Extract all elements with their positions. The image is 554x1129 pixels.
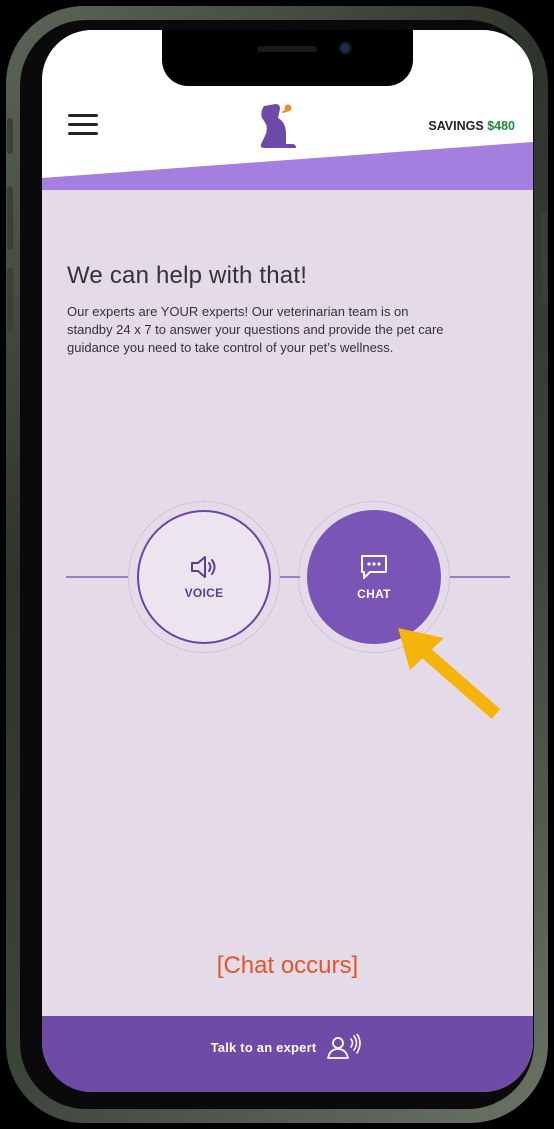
- connector-line-left: [66, 576, 128, 578]
- app-screen: SAVINGS $480 We can help with that! Our …: [42, 30, 533, 1092]
- dog-logo-icon[interactable]: [256, 100, 302, 152]
- earpiece-speaker: [257, 46, 317, 52]
- volume-up-button: [7, 186, 13, 250]
- mute-switch: [7, 118, 13, 154]
- arrow-pointer-icon: [398, 628, 501, 719]
- connector-line-right: [450, 576, 510, 578]
- page-title: We can help with that!: [67, 262, 308, 289]
- menu-icon[interactable]: [68, 114, 98, 136]
- savings-indicator: SAVINGS $480: [428, 119, 515, 133]
- page-description: Our experts are YOUR experts! Our veteri…: [67, 304, 444, 355]
- savings-label: SAVINGS: [428, 119, 484, 133]
- speaker-icon: [191, 556, 216, 578]
- chat-occurs-annotation: [Chat occurs]: [216, 952, 359, 979]
- voice-button-label: VOICE: [184, 586, 224, 600]
- talk-to-expert-label: Talk to an expert: [210, 1039, 317, 1055]
- voice-button[interactable]: VOICE: [137, 510, 271, 644]
- volume-down-button: [7, 268, 13, 332]
- talk-to-expert-button[interactable]: Talk to an expert: [42, 1016, 533, 1092]
- power-button: [541, 212, 547, 308]
- phone-notch: [162, 30, 413, 86]
- person-voice-icon: [327, 1034, 362, 1059]
- chat-bubble-icon: [361, 555, 387, 579]
- connector-line-middle: [280, 576, 300, 578]
- front-camera: [340, 43, 350, 53]
- chat-button-label: CHAT: [357, 587, 391, 601]
- savings-amount: $480: [487, 119, 515, 133]
